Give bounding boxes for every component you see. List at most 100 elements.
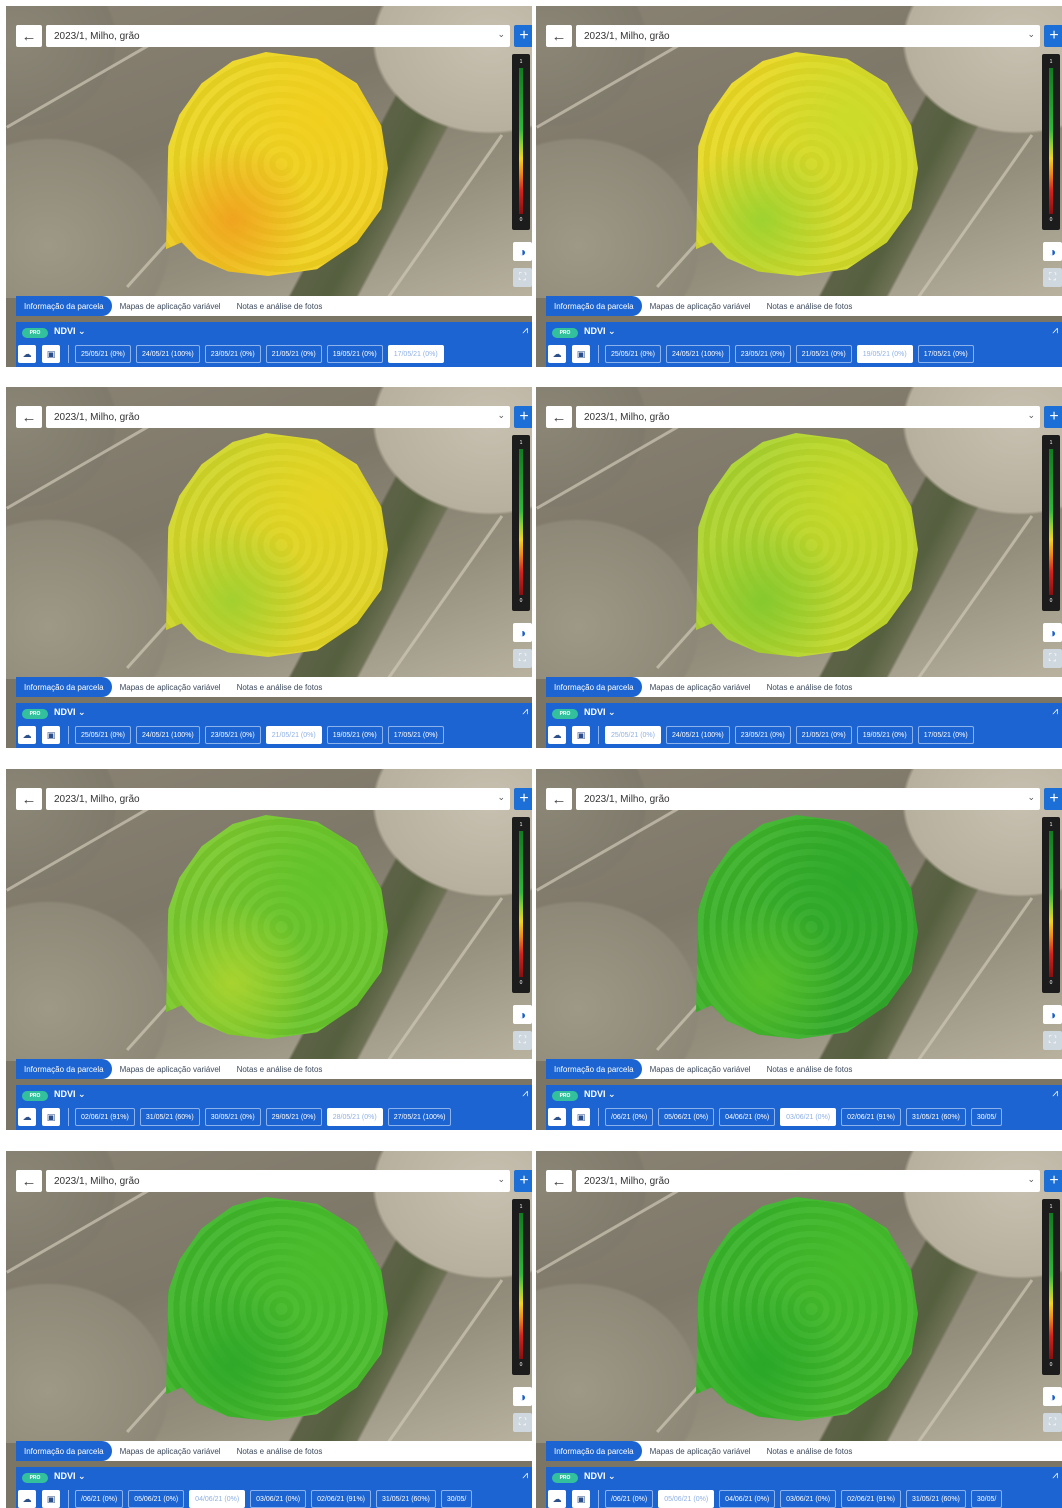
date-chip[interactable]: 24/05/21 (100%) <box>665 345 730 363</box>
satellite-map[interactable] <box>536 1151 1062 1445</box>
ndvi-field-overlay[interactable] <box>696 815 918 1039</box>
cloud-filter-button[interactable]: ☁ <box>18 345 36 363</box>
date-chip[interactable]: 31/05/21 (60%) <box>906 1108 966 1126</box>
date-chip[interactable]: 30/05/21 (0%) <box>204 1108 261 1126</box>
back-button[interactable]: ← <box>546 788 572 810</box>
fullscreen-button[interactable]: ⛶ <box>513 649 532 668</box>
index-select[interactable]: NDVI ⌄ <box>584 1471 616 1482</box>
add-button[interactable]: + <box>1044 1170 1062 1192</box>
chart-icon[interactable]: ⩘ <box>522 1470 528 1481</box>
add-button[interactable]: + <box>1044 25 1062 47</box>
calendar-button[interactable]: ▣ <box>42 1490 60 1508</box>
chart-icon[interactable]: ⩘ <box>522 325 528 336</box>
date-chip[interactable]: 23/05/21 (0%) <box>734 726 791 744</box>
date-chip[interactable]: 23/05/21 (0%) <box>204 345 261 363</box>
tab-item[interactable]: Notas e análise de fotos <box>229 677 331 697</box>
contrast-button[interactable]: ◑ <box>1043 1387 1062 1406</box>
tab-item[interactable]: Notas e análise de fotos <box>229 1441 331 1461</box>
satellite-map[interactable] <box>536 6 1062 300</box>
satellite-map[interactable] <box>6 387 532 681</box>
tab-item[interactable]: Informação da parcela <box>546 677 642 697</box>
tab-item[interactable]: Mapas de aplicação variável <box>642 1059 759 1079</box>
chart-icon[interactable]: ⩘ <box>1052 1470 1058 1481</box>
date-chip[interactable]: 30/05/ <box>970 1490 1003 1508</box>
add-button[interactable]: + <box>514 1170 532 1192</box>
tab-item[interactable]: Notas e análise de fotos <box>759 296 861 316</box>
tab-item[interactable]: Mapas de aplicação variável <box>642 1441 759 1461</box>
calendar-button[interactable]: ▣ <box>42 726 60 744</box>
date-chip[interactable]: 05/06/21 (0%) <box>658 1490 715 1508</box>
ndvi-field-overlay[interactable] <box>696 52 918 276</box>
date-chip[interactable]: 19/05/21 (0%) <box>326 726 383 744</box>
tab-item[interactable]: Informação da parcela <box>16 677 112 697</box>
date-chip[interactable]: 21/05/21 (0%) <box>795 345 852 363</box>
date-chip[interactable]: 02/06/21 (91%) <box>311 1490 372 1508</box>
index-select[interactable]: NDVI ⌄ <box>54 707 86 718</box>
date-chip[interactable]: 04/06/21 (0%) <box>719 1490 776 1508</box>
date-chip[interactable]: 03/06/21 (0%) <box>780 1108 837 1126</box>
cloud-filter-button[interactable]: ☁ <box>18 1108 36 1126</box>
tab-item[interactable]: Informação da parcela <box>546 1059 642 1079</box>
season-select[interactable]: 2023/1, Milho, grão ⌄ <box>576 406 1040 428</box>
date-chip[interactable]: 19/05/21 (0%) <box>326 345 383 363</box>
chart-icon[interactable]: ⩘ <box>1052 325 1058 336</box>
tab-item[interactable]: Notas e análise de fotos <box>759 1441 861 1461</box>
contrast-button[interactable]: ◑ <box>1043 242 1062 261</box>
contrast-button[interactable]: ◑ <box>1043 623 1062 642</box>
add-button[interactable]: + <box>514 406 532 428</box>
date-chip[interactable]: 17/05/21 (0%) <box>387 726 444 744</box>
back-button[interactable]: ← <box>16 406 42 428</box>
date-chip[interactable]: /06/21 (0%) <box>75 1490 124 1508</box>
date-chip[interactable]: 02/06/21 (91%) <box>841 1108 902 1126</box>
cloud-filter-button[interactable]: ☁ <box>548 345 566 363</box>
ndvi-field-overlay[interactable] <box>696 433 918 657</box>
contrast-button[interactable]: ◑ <box>1043 1005 1062 1024</box>
fullscreen-button[interactable]: ⛶ <box>513 268 532 287</box>
season-select[interactable]: 2023/1, Milho, grão ⌄ <box>46 25 510 47</box>
tab-item[interactable]: Notas e análise de fotos <box>759 1059 861 1079</box>
cloud-filter-button[interactable]: ☁ <box>548 1490 566 1508</box>
index-select[interactable]: NDVI ⌄ <box>584 707 616 718</box>
date-chip[interactable]: 25/05/21 (0%) <box>75 726 131 744</box>
tab-item[interactable]: Informação da parcela <box>546 296 642 316</box>
back-button[interactable]: ← <box>16 1170 42 1192</box>
satellite-map[interactable] <box>536 387 1062 681</box>
index-select[interactable]: NDVI ⌄ <box>584 1089 616 1100</box>
tab-item[interactable]: Notas e análise de fotos <box>229 296 331 316</box>
contrast-button[interactable]: ◑ <box>513 1387 532 1406</box>
chart-icon[interactable]: ⩘ <box>522 1088 528 1099</box>
tab-item[interactable]: Mapas de aplicação variável <box>642 296 759 316</box>
date-strip[interactable]: 25/05/21 (0%) 24/05/21 (100%) 23/05/21 (0%… <box>598 345 1062 363</box>
back-button[interactable]: ← <box>16 788 42 810</box>
season-select[interactable]: 2023/1, Milho, grão ⌄ <box>576 25 1040 47</box>
chart-icon[interactable]: ⩘ <box>522 706 528 717</box>
cloud-filter-button[interactable]: ☁ <box>548 726 566 744</box>
date-chip[interactable]: 21/05/21 (0%) <box>795 726 852 744</box>
date-strip[interactable]: /06/21 (0%) 05/06/21 (0%) 04/06/21 (0%) 03/… <box>598 1108 1062 1126</box>
date-strip[interactable]: /06/21 (0%) 05/06/21 (0%) 04/06/21 (0%) 03/… <box>598 1490 1062 1508</box>
season-select[interactable]: 2023/1, Milho, grão ⌄ <box>46 788 510 810</box>
calendar-button[interactable]: ▣ <box>572 726 590 744</box>
contrast-button[interactable]: ◑ <box>513 623 532 642</box>
tab-item[interactable]: Mapas de aplicação variável <box>112 296 229 316</box>
date-chip[interactable]: 30/05/ <box>440 1490 473 1508</box>
date-chip[interactable]: 24/05/21 (100%) <box>135 345 200 363</box>
date-chip[interactable]: /06/21 (0%) <box>605 1490 654 1508</box>
date-chip[interactable]: 03/06/21 (0%) <box>780 1490 837 1508</box>
fullscreen-button[interactable]: ⛶ <box>1043 1031 1062 1050</box>
date-chip[interactable]: 31/05/21 (60%) <box>906 1490 966 1508</box>
date-chip[interactable]: 21/05/21 (0%) <box>265 345 322 363</box>
ndvi-field-overlay[interactable] <box>166 815 388 1039</box>
tab-item[interactable]: Notas e análise de fotos <box>759 677 861 697</box>
fullscreen-button[interactable]: ⛶ <box>513 1031 532 1050</box>
calendar-button[interactable]: ▣ <box>572 345 590 363</box>
date-chip[interactable]: 17/05/21 (0%) <box>387 345 444 363</box>
season-select[interactable]: 2023/1, Milho, grão ⌄ <box>576 788 1040 810</box>
index-select[interactable]: NDVI ⌄ <box>54 1471 86 1482</box>
ndvi-field-overlay[interactable] <box>696 1197 918 1421</box>
date-chip[interactable]: 29/05/21 (0%) <box>265 1108 322 1126</box>
ndvi-field-overlay[interactable] <box>166 433 388 657</box>
date-chip[interactable]: 19/05/21 (0%) <box>856 345 913 363</box>
satellite-map[interactable] <box>6 6 532 300</box>
add-button[interactable]: + <box>514 25 532 47</box>
